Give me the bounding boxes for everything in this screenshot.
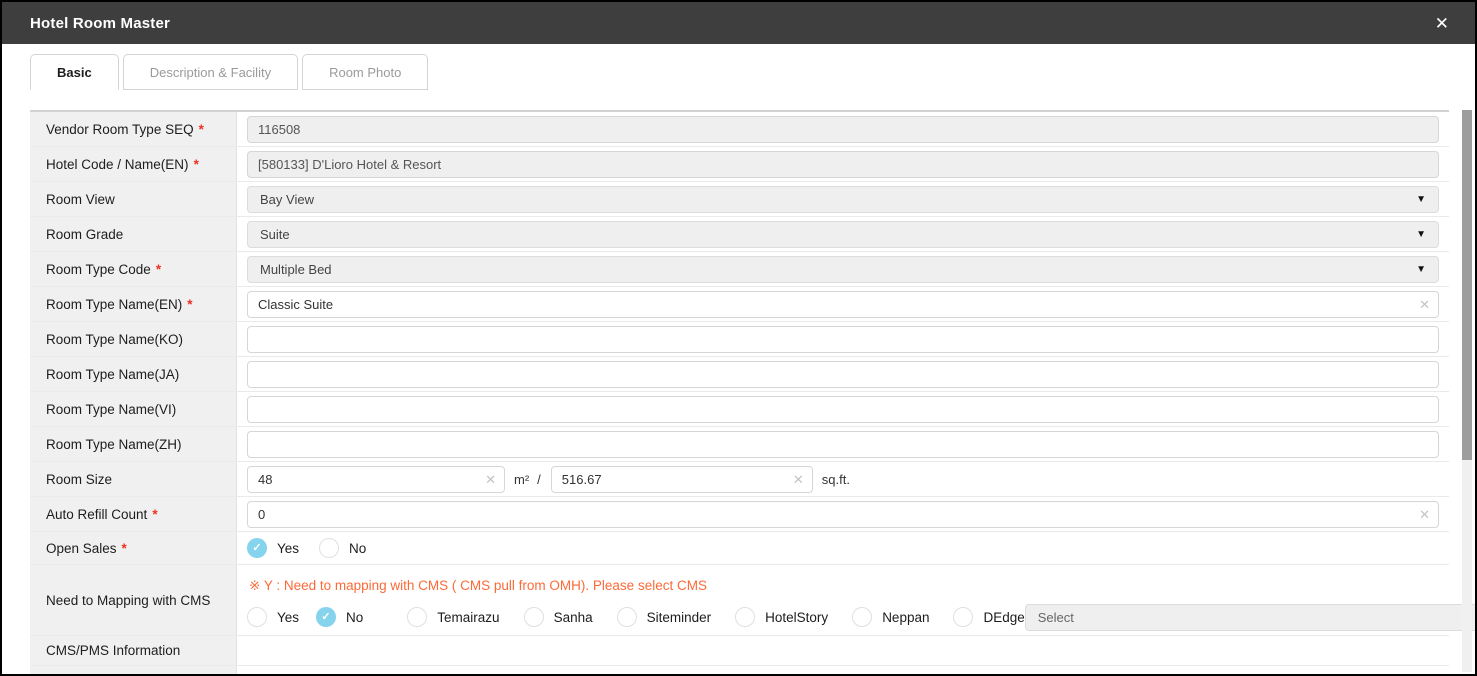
field-label: Need to Mapping with CMS	[30, 565, 237, 635]
row-vendor-room-type-seq: Vendor Room Type SEQ *	[30, 112, 1449, 147]
required-asterisk: *	[198, 121, 204, 137]
required-asterisk: *	[193, 156, 199, 172]
row-room-type-name-zh: Room Type Name(ZH)	[30, 427, 1449, 462]
vertical-scrollbar-track[interactable]	[1462, 110, 1472, 672]
radio-unchecked-icon	[852, 607, 873, 627]
field-label: Room Type Code *	[30, 252, 237, 286]
radio-checked-icon: ✓	[247, 538, 267, 558]
field-label: Room Type Name(EN) *	[30, 287, 237, 321]
field-label: Vendor Room Type SEQ *	[30, 112, 237, 146]
radio-unchecked-icon	[735, 607, 756, 627]
room-type-name-vi-input[interactable]	[247, 395, 1439, 423]
auto-refill-count-input[interactable]	[247, 500, 1439, 528]
basic-form: Vendor Room Type SEQ* Hotel Code / Name(…	[30, 110, 1475, 674]
cms-siteminder-radio[interactable]: Siteminder	[616, 607, 711, 627]
required-asterisk: *	[121, 540, 127, 556]
row-room-grade: Room Grade Suite ▼	[30, 217, 1449, 252]
row-room-type-name-ko: Room Type Name(KO)	[30, 322, 1449, 357]
close-icon[interactable]: ✕	[1431, 11, 1453, 36]
room-type-code-select[interactable]: Multiple Bed ▼	[247, 255, 1439, 283]
radio-unchecked-icon	[407, 607, 428, 627]
field-label: OMH Room Type Code	[30, 666, 237, 674]
clear-icon[interactable]: ✕	[1419, 508, 1430, 521]
field-label: Room Type Name(JA)	[30, 357, 237, 391]
vendor-room-type-seq-input	[247, 115, 1439, 143]
open-sales-yes-radio[interactable]: ✓ Yes	[247, 538, 299, 558]
clear-icon[interactable]: ✕	[1419, 298, 1430, 311]
hotel-room-master-dialog: Hotel Room Master ✕ Basic Description & …	[0, 0, 1477, 676]
cms-no-radio[interactable]: ✓ No	[316, 607, 363, 627]
required-asterisk: *	[152, 506, 158, 522]
row-omh-room-type-code: OMH Room Type Code RTY00500	[30, 666, 1449, 674]
cms-yes-radio[interactable]: Yes	[247, 607, 299, 627]
room-size-sqft-input[interactable]	[550, 465, 813, 493]
size-separator: /	[537, 471, 541, 487]
radio-unchecked-icon	[247, 607, 267, 627]
hotel-code-name-input	[247, 150, 1439, 178]
omh-room-type-code-value: RTY00500	[247, 672, 309, 674]
chevron-down-icon: ▼	[1416, 193, 1426, 205]
unit-m2-label: m²	[514, 471, 530, 487]
cms-neppan-radio[interactable]: Neppan	[852, 607, 929, 627]
required-asterisk: *	[187, 296, 193, 312]
room-grade-select[interactable]: Suite ▼	[247, 220, 1439, 248]
radio-checked-icon: ✓	[316, 607, 337, 627]
room-type-name-ja-input[interactable]	[247, 360, 1439, 388]
field-label: Room Type Name(VI)	[30, 392, 237, 426]
room-type-name-zh-input[interactable]	[247, 430, 1439, 458]
open-sales-no-radio[interactable]: No	[319, 538, 366, 558]
clear-icon[interactable]: ✕	[485, 473, 496, 486]
field-label: Room Size	[30, 462, 237, 496]
radio-unchecked-icon	[616, 607, 637, 627]
room-view-select[interactable]: Bay View ▼	[247, 185, 1439, 213]
chevron-down-icon: ▼	[1416, 263, 1426, 275]
row-hotel-code-name: Hotel Code / Name(EN) *	[30, 147, 1449, 182]
row-cms-pms-information: CMS/PMS Information	[30, 636, 1449, 666]
cms-dedge-radio[interactable]: DEdge	[953, 607, 1025, 627]
unit-sqft-label: sq.ft.	[821, 471, 850, 487]
row-room-view: Room View Bay View ▼	[30, 182, 1449, 217]
row-room-type-name-en: Room Type Name(EN)* ✕	[30, 287, 1449, 322]
row-room-type-name-ja: Room Type Name(JA)	[30, 357, 1449, 392]
row-auto-refill-count: Auto Refill Count* ✕	[30, 497, 1449, 532]
field-label: Room Grade	[30, 217, 237, 251]
field-label: Open Sales *	[30, 532, 237, 564]
required-asterisk: *	[155, 261, 162, 277]
field-label: Hotel Code / Name(EN) *	[30, 147, 237, 181]
room-type-name-en-input[interactable]	[247, 290, 1439, 318]
vertical-scrollbar-thumb[interactable]	[1462, 110, 1472, 460]
field-label: CMS/PMS Information	[30, 636, 237, 665]
row-room-type-name-vi: Room Type Name(VI)	[30, 392, 1449, 427]
radio-unchecked-icon	[319, 538, 340, 558]
radio-unchecked-icon	[523, 607, 544, 627]
cms-select[interactable]: Select ▼	[1024, 603, 1475, 631]
dialog-title: Hotel Room Master	[30, 14, 171, 32]
tab-room-photo[interactable]: Room Photo	[302, 54, 429, 90]
cms-hotelstory-radio[interactable]: HotelStory	[735, 607, 828, 627]
dialog-titlebar: Hotel Room Master ✕	[2, 2, 1475, 44]
row-need-mapping-cms: Need to Mapping with CMS ※ Y : Need to m…	[30, 565, 1475, 636]
tab-description-facility[interactable]: Description & Facility	[122, 54, 299, 90]
field-label: Room Type Name(KO)	[30, 322, 237, 356]
room-type-name-ko-input[interactable]	[247, 325, 1439, 353]
radio-unchecked-icon	[953, 607, 974, 627]
clear-icon[interactable]: ✕	[793, 473, 804, 486]
chevron-down-icon: ▼	[1416, 228, 1426, 240]
tab-bar: Basic Description & Facility Room Photo	[2, 44, 1475, 90]
tab-basic[interactable]: Basic	[30, 54, 119, 90]
row-room-type-code: Room Type Code * Multiple Bed ▼	[30, 252, 1449, 287]
cms-temairazu-radio[interactable]: Temairazu	[407, 607, 500, 627]
row-open-sales: Open Sales * ✓ Yes No	[30, 532, 1449, 565]
cms-sanha-radio[interactable]: Sanha	[523, 607, 593, 627]
field-label: Room View	[30, 182, 237, 216]
cms-note: ※ Y : Need to mapping with CMS ( CMS pul…	[249, 577, 707, 593]
room-size-m2-input[interactable]	[247, 465, 505, 493]
field-label: Auto Refill Count *	[30, 497, 237, 531]
row-room-size: Room Size ✕ m² / ✕ sq.ft.	[30, 462, 1449, 497]
field-label: Room Type Name(ZH)	[30, 427, 237, 461]
